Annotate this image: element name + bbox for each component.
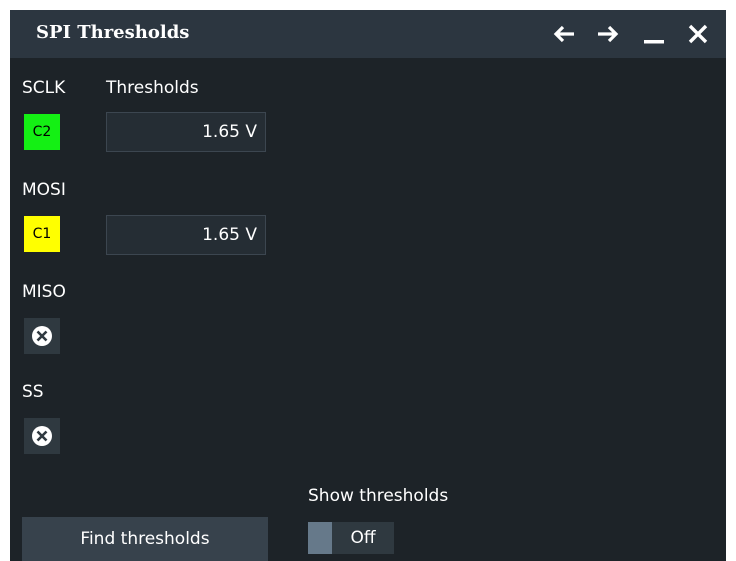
minimize-icon[interactable] xyxy=(640,20,668,48)
sclk-threshold-input[interactable]: 1.65 V xyxy=(106,112,266,152)
close-icon[interactable] xyxy=(684,20,712,48)
mosi-threshold-input[interactable]: 1.65 V xyxy=(106,215,266,255)
miso-label: MISO xyxy=(22,282,66,302)
thresholds-column-header: Thresholds xyxy=(106,78,199,98)
disabled-x-circle-icon xyxy=(32,326,52,346)
dialog-title: SPI Thresholds xyxy=(36,22,190,43)
toggle-state-text: Off xyxy=(350,528,376,548)
spi-thresholds-dialog: SPI Thresholds SCLK Thresholds C2 1.65 V… xyxy=(10,10,726,561)
sclk-label: SCLK xyxy=(22,78,66,98)
show-thresholds-label: Show thresholds xyxy=(308,486,449,506)
mosi-source-chip[interactable]: C1 xyxy=(24,216,60,252)
toggle-knob xyxy=(308,522,332,554)
ss-label: SS xyxy=(22,382,44,402)
sclk-source-chip[interactable]: C2 xyxy=(24,114,60,150)
show-thresholds-toggle[interactable]: Off xyxy=(308,522,394,554)
mosi-label: MOSI xyxy=(22,180,66,200)
arrow-right-icon[interactable] xyxy=(594,20,622,48)
ss-source-disabled-button[interactable] xyxy=(24,418,60,454)
miso-source-disabled-button[interactable] xyxy=(24,318,60,354)
find-thresholds-button[interactable]: Find thresholds xyxy=(22,517,268,561)
disabled-x-circle-icon xyxy=(32,426,52,446)
arrow-left-icon[interactable] xyxy=(550,20,578,48)
title-bar: SPI Thresholds xyxy=(10,10,726,58)
